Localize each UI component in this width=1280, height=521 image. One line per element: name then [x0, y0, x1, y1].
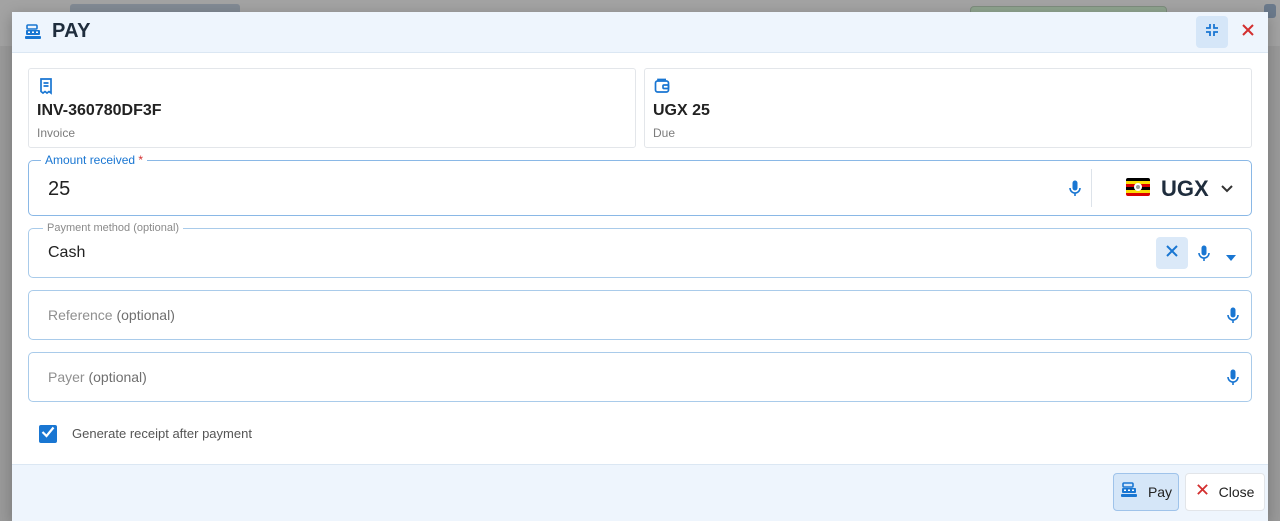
- cash-register-icon: [1120, 481, 1138, 504]
- chevron-down-icon[interactable]: [1219, 180, 1235, 196]
- dialog-title: PAY: [52, 20, 91, 42]
- invoice-label: Invoice: [37, 126, 76, 140]
- amount-received-field[interactable]: Amount received * 25 UGX: [28, 153, 1252, 216]
- dialog-header: PAY: [12, 12, 1268, 53]
- close-button-label: Close: [1218, 484, 1255, 500]
- payer-input[interactable]: Payer (optional): [48, 369, 147, 385]
- microphone-icon[interactable]: [1226, 368, 1240, 386]
- close-icon: [1241, 23, 1255, 42]
- payment-method-label: Payment method (optional): [43, 221, 184, 235]
- dropdown-caret-icon[interactable]: [1225, 249, 1237, 261]
- currency-divider: [1091, 169, 1092, 207]
- dialog-footer: Pay Close: [12, 464, 1268, 521]
- close-icon: [1196, 483, 1209, 501]
- microphone-icon[interactable]: [1068, 179, 1082, 197]
- currency-selector[interactable]: UGX: [1161, 176, 1209, 202]
- pay-dialog: PAY INV-360780DF3F Invoice UGX 25 Due Am…: [12, 12, 1268, 521]
- invoice-number: INV-360780DF3F: [37, 102, 162, 119]
- due-card: UGX 25 Due: [644, 68, 1252, 148]
- close-icon: [1165, 244, 1179, 263]
- dialog-close-button[interactable]: [1236, 16, 1260, 48]
- clear-payment-method-button[interactable]: [1156, 237, 1188, 269]
- reference-field[interactable]: Reference (optional): [28, 290, 1252, 340]
- collapse-icon: [1205, 23, 1219, 42]
- invoice-card: INV-360780DF3F Invoice: [28, 68, 636, 148]
- payer-field[interactable]: Payer (optional): [28, 352, 1252, 402]
- checkmark-icon: [41, 425, 55, 443]
- pay-button-label: Pay: [1147, 484, 1173, 500]
- uganda-flag-icon: [1126, 178, 1150, 196]
- amount-received-label: Amount received *: [41, 153, 148, 167]
- payment-method-value[interactable]: Cash: [48, 244, 85, 262]
- collapse-button[interactable]: [1196, 16, 1228, 48]
- generate-receipt-checkbox[interactable]: [39, 425, 57, 443]
- amount-input[interactable]: 25: [48, 178, 70, 201]
- wallet-icon: [653, 77, 671, 95]
- microphone-icon[interactable]: [1197, 244, 1211, 262]
- receipt-icon: [37, 77, 55, 95]
- close-button[interactable]: Close: [1185, 473, 1265, 511]
- payment-method-field[interactable]: Payment method (optional) Cash: [28, 221, 1252, 278]
- generate-receipt-label[interactable]: Generate receipt after payment: [72, 426, 252, 441]
- reference-input[interactable]: Reference (optional): [48, 307, 175, 323]
- cash-register-icon: [24, 23, 42, 41]
- due-label: Due: [653, 126, 676, 140]
- microphone-icon[interactable]: [1226, 306, 1240, 324]
- due-amount: UGX 25: [653, 102, 710, 119]
- pay-button[interactable]: Pay: [1113, 473, 1179, 511]
